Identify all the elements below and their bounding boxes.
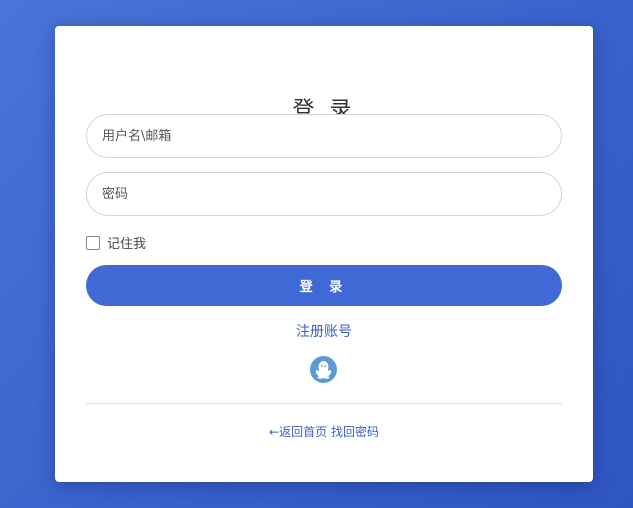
footer-links: ←返回首页 找回密码 (55, 423, 593, 440)
divider (86, 403, 562, 404)
register-link[interactable]: 注册账号 (55, 321, 593, 341)
username-input[interactable] (86, 114, 562, 158)
remember-label: 记住我 (107, 237, 147, 252)
remember-checkbox[interactable] (86, 235, 100, 250)
login-button[interactable]: 登 录 (86, 265, 562, 306)
remember-me[interactable]: 记住我 (86, 233, 146, 252)
find-password-link[interactable]: 找回密码 (331, 425, 379, 439)
login-card: 登 录 记住我 登 录 注册账号 ←返回首页 找回密码 (55, 26, 593, 482)
qq-icon[interactable] (310, 356, 337, 383)
password-input[interactable] (86, 172, 562, 216)
back-home-link[interactable]: ←返回首页 (269, 425, 327, 439)
